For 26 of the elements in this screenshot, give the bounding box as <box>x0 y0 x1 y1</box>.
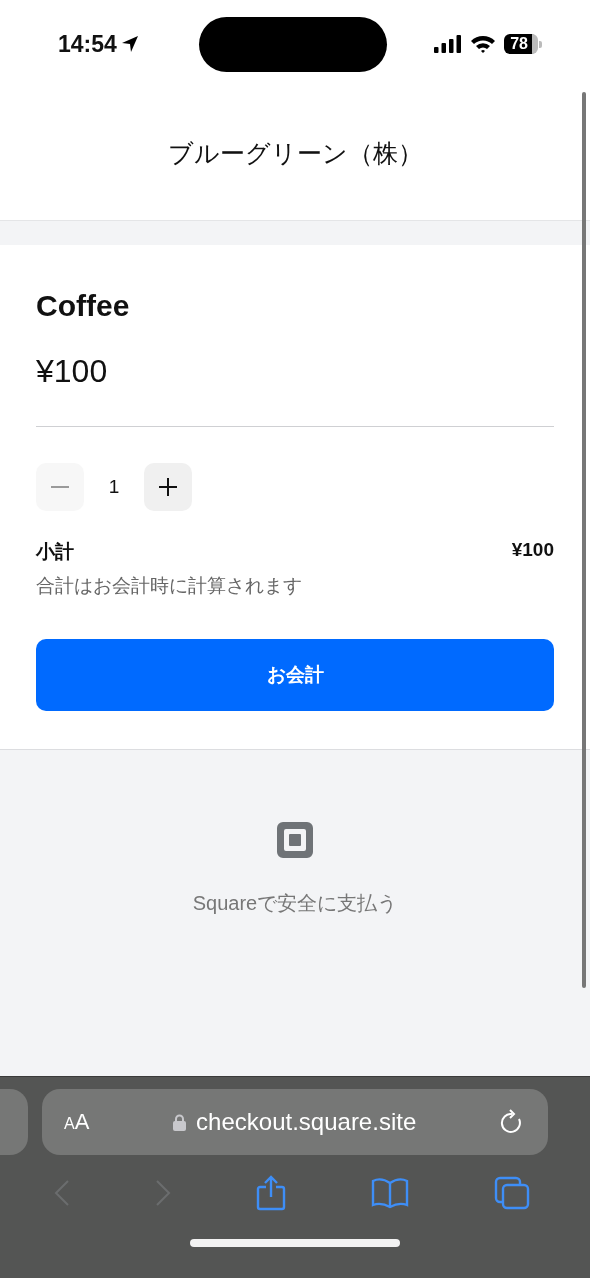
bookmarks-icon[interactable] <box>370 1177 409 1209</box>
previous-tab-bar[interactable] <box>0 1089 28 1155</box>
subtotal-label: 小計 <box>36 540 74 564</box>
reload-icon[interactable] <box>500 1109 524 1135</box>
checkout-button[interactable]: お会計 <box>36 639 554 711</box>
location-arrow-icon <box>120 35 139 53</box>
quantity-value: 1 <box>107 476 121 498</box>
address-bar[interactable]: AA checkout.square.site <box>42 1089 548 1155</box>
status-time: 14:54 <box>58 30 117 58</box>
secure-payment-text: Squareで安全に支払う <box>192 891 398 916</box>
share-icon[interactable] <box>256 1175 286 1211</box>
wifi-icon <box>470 35 497 53</box>
minus-icon <box>51 486 69 488</box>
item-name: Coffee <box>36 289 131 323</box>
tabs-icon[interactable] <box>493 1176 530 1210</box>
increase-button[interactable] <box>144 463 192 511</box>
square-logo-icon <box>277 822 313 858</box>
text-size-button[interactable]: AA <box>64 1109 90 1135</box>
plus-icon <box>159 478 177 496</box>
subtotal-amount: ¥100 <box>511 539 554 562</box>
url-text: checkout.square.site <box>196 1108 417 1136</box>
subtotal-note: 合計はお会計時に計算されます <box>36 574 303 598</box>
item-price: ¥100 <box>36 353 109 390</box>
store-title: ブルーグリーン（株） <box>167 137 423 169</box>
lock-icon <box>173 1113 187 1131</box>
signal-icon <box>434 35 463 53</box>
